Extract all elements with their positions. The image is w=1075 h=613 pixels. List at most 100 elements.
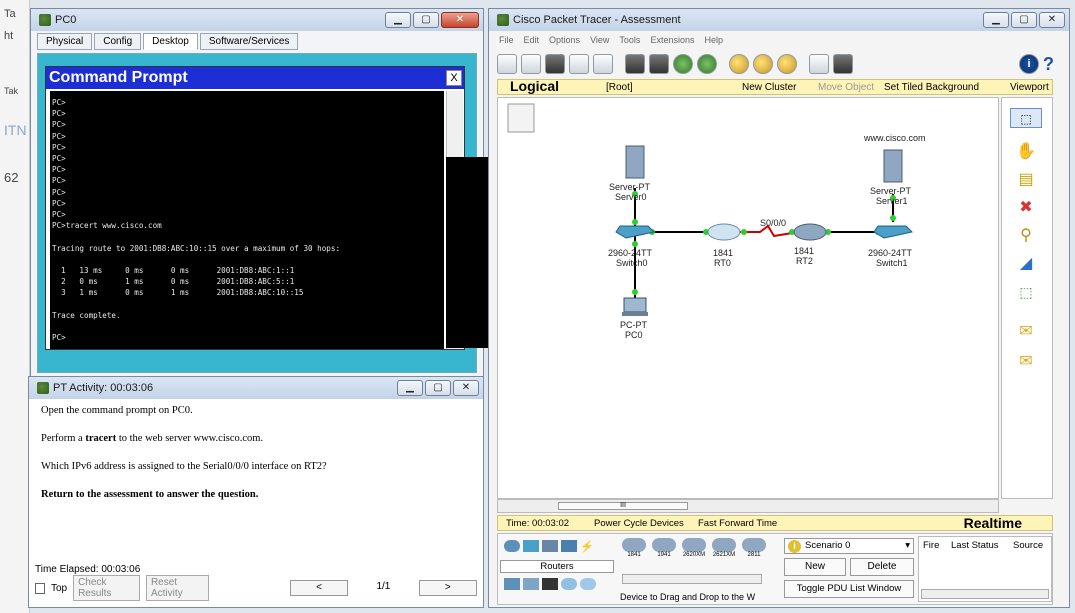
close-button[interactable]: ✕	[441, 12, 479, 28]
router-model-2620xm[interactable]: 2620XM	[682, 538, 706, 558]
custom-devices-category-icon[interactable]	[561, 578, 577, 590]
reset-activity-button[interactable]: Reset Activity	[145, 575, 209, 601]
zoom-reset-icon[interactable]	[753, 54, 773, 74]
viewport-button[interactable]: Viewport	[1010, 82, 1049, 93]
pc0-titlebar[interactable]: PC0 ▁ ▢ ✕	[31, 9, 483, 31]
top-checkbox[interactable]	[35, 582, 45, 594]
move-object-button[interactable]: Move Object	[818, 82, 874, 93]
toggle-pdu-list-button[interactable]: Toggle PDU List Window	[784, 580, 914, 598]
scenario-select[interactable]: i Scenario 0 ▾	[784, 538, 914, 554]
copy-icon[interactable]	[625, 54, 645, 74]
zoom-in-icon[interactable]	[729, 54, 749, 74]
prev-page-button[interactable]: <	[289, 580, 349, 596]
delete-icon[interactable]: ✖	[1016, 198, 1036, 218]
router-model-1941[interactable]: 1941	[652, 538, 676, 558]
save-icon[interactable]	[545, 54, 565, 74]
scroll-thumb[interactable]: III	[558, 502, 688, 510]
custom-device-icon[interactable]	[833, 54, 853, 74]
open-folder-icon[interactable]	[521, 54, 541, 74]
end-devices-category-icon[interactable]	[504, 578, 520, 590]
maximize-button[interactable]: ▢	[413, 12, 439, 28]
horizontal-scrollbar[interactable]: III	[497, 499, 999, 513]
zoom-out-icon[interactable]	[777, 54, 797, 74]
close-button[interactable]: ✕	[1039, 12, 1065, 28]
hand-icon[interactable]: ✋	[1016, 142, 1036, 162]
packet-tracer-icon	[497, 14, 509, 26]
rt2-name: RT2	[796, 256, 813, 266]
instruction-line: Perform a tracert to the web server www.…	[41, 433, 471, 444]
new-cluster-button[interactable]: New Cluster	[742, 82, 796, 93]
menu-help[interactable]: Help	[704, 35, 723, 45]
fast-forward-button[interactable]: Fast Forward Time	[698, 518, 777, 529]
menu-options[interactable]: Options	[549, 35, 580, 45]
tab-software-services[interactable]: Software/Services	[199, 33, 299, 50]
router-model-2621xm[interactable]: 2621XM	[712, 538, 736, 558]
hubs-category-icon[interactable]	[542, 540, 558, 552]
pdu-scrollbar[interactable]	[921, 589, 1049, 599]
palette-icon[interactable]	[809, 54, 829, 74]
menu-view[interactable]: View	[590, 35, 609, 45]
instructions: Open the command prompt on PC0. Perform …	[41, 405, 471, 517]
delete-scenario-button[interactable]: Delete	[850, 558, 914, 576]
add-complex-pdu-icon[interactable]: ✉	[1016, 352, 1036, 372]
help-icon[interactable]: ?	[1043, 54, 1063, 74]
close-button[interactable]: X	[446, 70, 462, 86]
paste-icon[interactable]	[649, 54, 669, 74]
top-label: Top	[50, 582, 68, 594]
power-cycle-button[interactable]: Power Cycle Devices	[594, 518, 684, 529]
close-button[interactable]: ✕	[453, 380, 479, 396]
check-results-button[interactable]: Check Results	[73, 575, 140, 601]
menu-extensions[interactable]: Extensions	[650, 35, 694, 45]
maximize-button[interactable]: ▢	[1011, 12, 1037, 28]
router-icon	[712, 538, 736, 552]
router-model-2811[interactable]: 2811	[742, 538, 766, 558]
draw-shape-icon[interactable]: ◢	[1016, 254, 1036, 274]
note-icon[interactable]: ▤	[1016, 170, 1036, 190]
maximize-button[interactable]: ▢	[425, 380, 451, 396]
router-model-1841[interactable]: 1841	[622, 538, 646, 558]
logical-tab[interactable]: Logical	[510, 78, 559, 94]
wireless-category-icon[interactable]	[561, 540, 577, 552]
menu-tools[interactable]: Tools	[619, 35, 640, 45]
router-icon	[622, 538, 646, 552]
info-icon[interactable]: i	[1019, 54, 1039, 74]
tiled-background-button[interactable]: Set Tiled Background	[884, 82, 979, 93]
select-icon[interactable]: ⬚	[1010, 108, 1042, 128]
tab-desktop[interactable]: Desktop	[143, 33, 198, 50]
minimize-button[interactable]: ▁	[385, 12, 411, 28]
tab-physical[interactable]: Physical	[37, 33, 93, 50]
multiuser-category-icon[interactable]	[580, 578, 596, 590]
models-scrollbar[interactable]	[622, 574, 762, 584]
routers-category-icon[interactable]	[504, 540, 520, 552]
activity-wizard-icon[interactable]	[593, 54, 613, 74]
chevron-down-icon: ▾	[905, 540, 910, 551]
pt-titlebar[interactable]: Cisco Packet Tracer - Assessment ▁ ▢ ✕	[489, 9, 1069, 31]
switches-category-icon[interactable]	[523, 540, 539, 552]
minimize-button[interactable]: ▁	[397, 380, 423, 396]
resize-shape-icon[interactable]: ⬚	[1016, 282, 1036, 302]
tab-config[interactable]: Config	[94, 33, 142, 50]
minimize-button[interactable]: ▁	[983, 12, 1009, 28]
security-category-icon[interactable]	[523, 578, 539, 590]
router-icon	[682, 538, 706, 552]
routers-label: Routers	[500, 560, 614, 573]
next-page-button[interactable]: >	[418, 580, 477, 596]
activity-titlebar[interactable]: PT Activity: 00:03:06 ▁ ▢ ✕	[29, 377, 483, 399]
logical-workspace[interactable]: Server-PT Server0 www.cisco.com Server-P…	[497, 97, 999, 499]
wan-emulation-category-icon[interactable]	[542, 578, 558, 590]
redo-icon[interactable]	[697, 54, 717, 74]
new-scenario-button[interactable]: New	[784, 558, 846, 576]
terminal-output[interactable]: PC> PC> PC> PC> PC> PC> PC> PC> PC> PC> …	[50, 91, 444, 349]
activity-window: PT Activity: 00:03:06 ▁ ▢ ✕ Open the com…	[28, 376, 484, 608]
menu-edit[interactable]: Edit	[524, 35, 540, 45]
menu-file[interactable]: File	[499, 35, 514, 45]
inspect-icon[interactable]: ⚲	[1016, 226, 1036, 246]
root-breadcrumb[interactable]: [Root]	[606, 82, 633, 93]
connections-category-icon[interactable]: ⚡	[580, 540, 596, 553]
new-file-icon[interactable]	[497, 54, 517, 74]
device-category-row-2	[504, 578, 596, 590]
realtime-tab[interactable]: Realtime	[964, 515, 1022, 531]
undo-icon[interactable]	[673, 54, 693, 74]
add-simple-pdu-icon[interactable]: ✉	[1016, 322, 1036, 342]
print-icon[interactable]	[569, 54, 589, 74]
